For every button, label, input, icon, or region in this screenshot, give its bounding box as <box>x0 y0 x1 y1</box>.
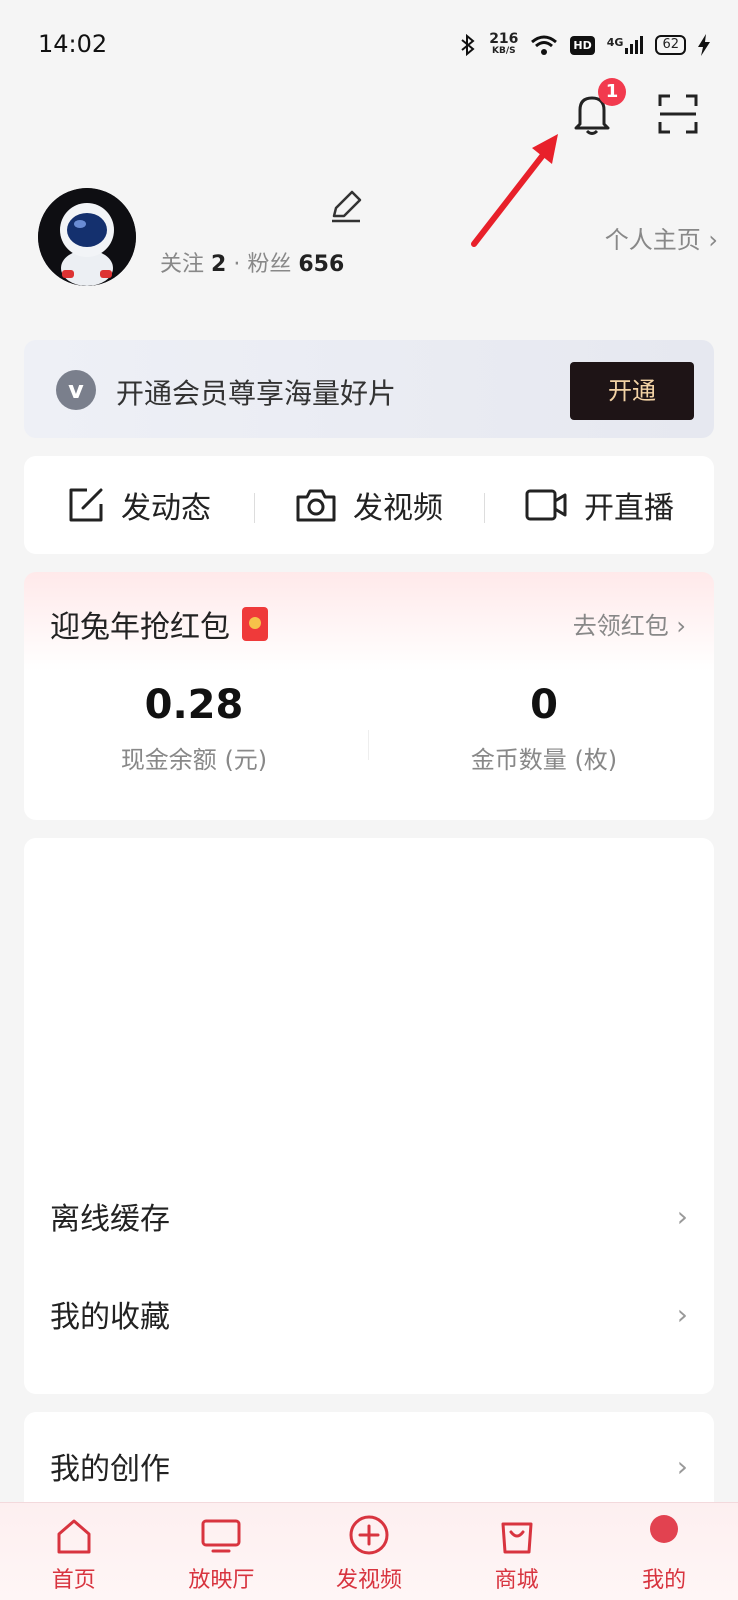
notification-button[interactable]: 1 <box>572 78 626 136</box>
coin-count[interactable]: 0 金币数量 (枚) <box>374 682 714 775</box>
fans-label: 粉丝 <box>247 252 292 277</box>
tab-home-label: 首页 <box>51 1568 96 1593</box>
tab-post-video-label: 发视频 <box>335 1568 402 1593</box>
tab-mall[interactable]: 商城 <box>443 1503 591 1600</box>
tab-theater[interactable]: 放映厅 <box>148 1503 296 1600</box>
post-status-label: 发动态 <box>121 491 211 526</box>
cash-balance[interactable]: 0.28 现金余额 (元) <box>24 682 364 775</box>
tab-post-video[interactable]: 发视频 <box>295 1503 443 1600</box>
red-envelope-icon <box>242 607 268 641</box>
tab-theater-label: 放映厅 <box>188 1568 255 1593</box>
cash-balance-label: 现金余额 (元) <box>120 746 268 774</box>
vip-logo-icon: v <box>56 370 96 410</box>
menu-item-favorites[interactable]: 我的收藏 › <box>50 1284 688 1344</box>
red-packet-title: 迎兔年抢红包 <box>50 602 268 646</box>
video-camera-icon <box>525 489 567 521</box>
claim-red-packet-link[interactable]: 去领红包 › <box>573 606 686 641</box>
post-video-button[interactable]: 发视频 <box>254 483 484 527</box>
network-type: 4G <box>606 36 624 49</box>
speed-unit: KB/S <box>492 46 516 56</box>
go-live-button[interactable]: 开直播 <box>484 483 714 527</box>
charging-icon <box>698 34 710 56</box>
post-status-button[interactable]: 发动态 <box>24 483 254 527</box>
edit-profile-icon[interactable] <box>328 188 364 224</box>
offline-cache-label: 离线缓存 <box>50 1202 170 1237</box>
network-speed: 216 KB/S <box>489 32 518 57</box>
red-packet-card: 迎兔年抢红包 去领红包 › 0.28 现金余额 (元) 0 金币数量 (枚) <box>24 572 714 820</box>
vip-open-button[interactable]: 开通 <box>570 362 694 420</box>
follow-count: 2 <box>211 252 227 277</box>
stats-separator: · <box>233 252 241 277</box>
astronaut-avatar-icon <box>38 188 136 286</box>
coin-count-value: 0 <box>530 682 558 728</box>
stat-divider <box>368 730 369 760</box>
tab-profile-label: 我的 <box>642 1568 687 1593</box>
plus-circle-icon <box>349 1515 389 1555</box>
cash-balance-value: 0.28 <box>144 682 244 728</box>
camera-icon <box>296 489 336 522</box>
go-live-label: 开直播 <box>584 491 674 526</box>
top-actions: 1 <box>572 78 698 136</box>
chevron-right-icon: › <box>676 1449 688 1483</box>
fans-count: 656 <box>298 252 345 277</box>
vip-banner[interactable]: v 开通会员尊享海量好片 开通 <box>24 340 714 438</box>
tab-home[interactable]: 首页 <box>0 1503 148 1600</box>
chevron-right-icon: › <box>676 1199 688 1233</box>
menu-item-offline-cache[interactable]: 离线缓存 › <box>50 1186 688 1246</box>
status-bar: 14:02 216 KB/S HD 4G 62 <box>0 0 738 90</box>
post-video-label: 发视频 <box>353 491 443 526</box>
personal-homepage-link[interactable]: 个人主页 › <box>605 220 718 255</box>
home-icon <box>57 1519 91 1554</box>
battery-indicator: 62 <box>655 35 686 55</box>
follow-stats[interactable]: 关注 2 · 粉丝 656 <box>160 246 344 278</box>
vip-promo-text: 开通会员尊享海量好片 <box>116 377 397 410</box>
profile-section: 关注 2 · 粉丝 656 个人主页 › <box>38 188 718 288</box>
quick-actions: 发动态 发视频 开直播 <box>24 456 714 554</box>
coin-count-label: 金币数量 (枚) <box>470 746 618 774</box>
scan-icon[interactable] <box>658 94 698 134</box>
tv-icon <box>201 1519 241 1553</box>
menu-card: 离线缓存 › 我的收藏 › <box>24 838 714 1394</box>
avatar[interactable] <box>38 188 136 286</box>
shopping-bag-icon <box>501 1522 533 1554</box>
hd-badge: HD <box>570 35 595 55</box>
my-creation-label: 我的创作 <box>50 1452 170 1487</box>
signal-indicator: 4G <box>607 36 644 54</box>
status-time: 14:02 <box>38 30 108 58</box>
wifi-icon <box>531 35 558 55</box>
notification-badge: 1 <box>598 78 626 106</box>
tab-mall-label: 商城 <box>494 1568 539 1593</box>
red-packet-title-text: 迎兔年抢红包 <box>50 610 230 645</box>
follow-label: 关注 <box>160 252 205 277</box>
chevron-right-icon: › <box>676 1297 688 1331</box>
bluetooth-icon <box>461 34 475 56</box>
favorites-label: 我的收藏 <box>50 1300 170 1335</box>
profile-icon <box>650 1515 679 1543</box>
tab-profile[interactable]: 我的 <box>590 1503 738 1600</box>
menu-item-my-creation[interactable]: 我的创作 › <box>50 1436 688 1496</box>
bottom-tab-bar: 首页 放映厅 发视频 商城 我的 <box>0 1502 738 1600</box>
status-icons: 216 KB/S HD 4G 62 <box>459 30 710 60</box>
edit-square-icon <box>69 488 103 522</box>
